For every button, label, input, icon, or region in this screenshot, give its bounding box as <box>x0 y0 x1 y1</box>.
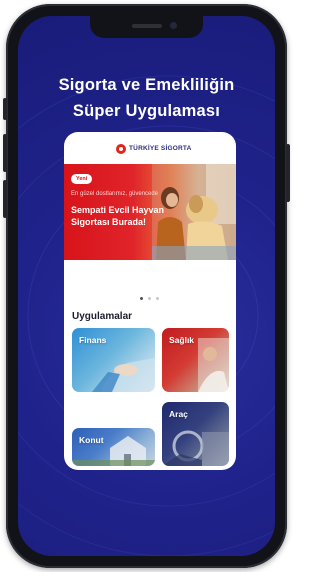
phone-screen: Sigorta ve Emekliliğin Süper Uygulaması … <box>18 16 275 556</box>
camera-icon <box>170 22 177 29</box>
promo-banner[interactable]: Yeni En güzel dostlarımız, güvencede Sem… <box>64 164 236 260</box>
volume-up-button <box>3 134 7 172</box>
tile-arac[interactable]: Araç <box>162 402 229 466</box>
tile-finans[interactable]: Finans <box>72 328 155 392</box>
woman-with-dog-image <box>152 164 236 260</box>
banner-tagline: En güzel dostlarımız, güvencede <box>71 191 159 197</box>
carousel-dot-2[interactable] <box>148 297 151 300</box>
mute-switch <box>3 98 7 120</box>
brand-name: TÜRKİYE SİGORTA <box>129 145 192 152</box>
speaker-grille <box>132 24 162 28</box>
house-image <box>72 436 155 466</box>
tile-label: Araç <box>169 409 188 419</box>
carousel-dot-1[interactable] <box>140 297 143 300</box>
carousel-indicator[interactable] <box>140 297 162 301</box>
notch <box>90 16 203 38</box>
tile-konut[interactable]: Konut <box>72 428 155 466</box>
promo-title-line-1: Sempati Evcil Hayvan <box>71 205 165 215</box>
tile-saglik[interactable]: Sağlık <box>162 328 229 392</box>
carousel-dot-3[interactable] <box>156 297 159 300</box>
tile-label: Sağlık <box>169 335 195 345</box>
app-preview-card: TÜRKİYE SİGORTA Yeni En güzel dostlarımı… <box>64 132 236 470</box>
brand-header: TÜRKİYE SİGORTA <box>64 140 236 160</box>
headline-line-1: Sigorta ve Emekliliğin <box>58 76 235 94</box>
tile-label: Konut <box>79 435 104 445</box>
section-title: Uygulamalar <box>72 311 133 322</box>
volume-down-button <box>3 180 7 218</box>
new-badge: Yeni <box>71 174 93 184</box>
promo-title-line-2: Sigortası Burada! <box>71 217 147 227</box>
headline-line-2: Süper Uygulaması <box>72 102 221 120</box>
brand-logo-icon <box>116 144 126 154</box>
tile-label: Finans <box>79 335 107 345</box>
power-button <box>286 144 290 202</box>
phone-frame: Sigorta ve Emekliliğin Süper Uygulaması … <box>3 4 290 568</box>
